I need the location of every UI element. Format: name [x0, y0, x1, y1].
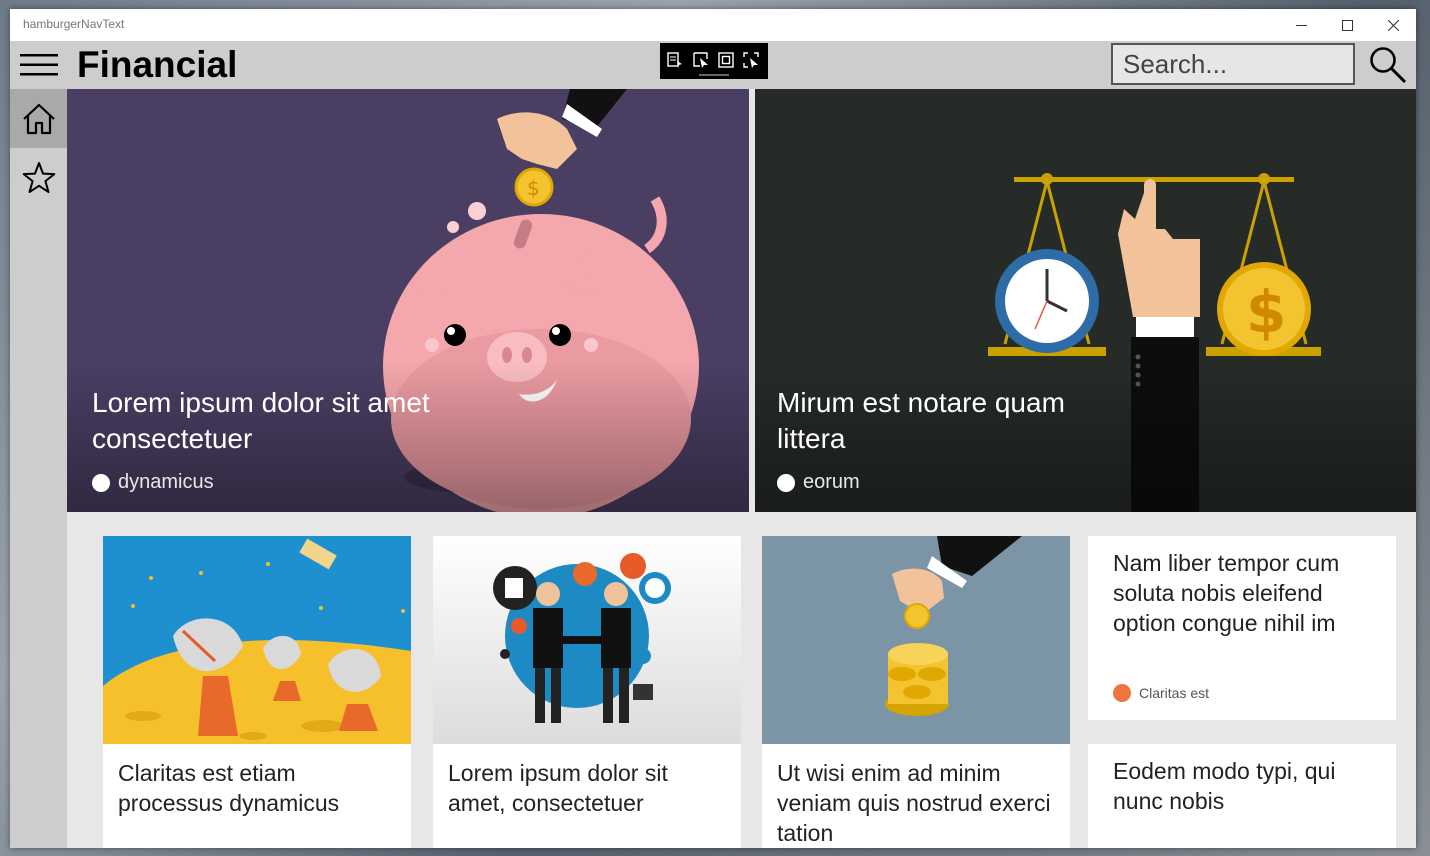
search-button[interactable] [1359, 41, 1416, 89]
close-icon [1387, 19, 1399, 31]
card-title: Lorem ipsum dolor sit amet, consectetuer [448, 760, 668, 816]
business-handshake-image [433, 536, 741, 744]
window-title: hamburgerNavText [23, 17, 125, 31]
main-content: $ Lorem ipsum dolor sit amet consectetue… [67, 89, 1416, 848]
track-focus-icon[interactable] [742, 51, 760, 69]
nav-item-favorites[interactable] [10, 148, 67, 207]
article-card-1[interactable]: Claritas est etiam processus dynamicus [103, 536, 411, 848]
coins-hand-image [762, 536, 1070, 744]
app-header: Financial [10, 41, 1416, 89]
article-card-2[interactable]: Lorem ipsum dolor sit amet, consectetuer [433, 536, 741, 848]
card-title: Ut wisi enim ad minim veniam quis nostru… [777, 760, 1051, 846]
nav-item-home[interactable] [10, 89, 67, 148]
app-window: hamburgerNavText Financial Search... $ L… [10, 9, 1416, 848]
card-tag: Claritas est [1139, 685, 1210, 701]
sidebar [10, 89, 67, 848]
svg-text:$: $ [527, 176, 540, 200]
star-icon [22, 161, 55, 193]
search-icon [1369, 47, 1406, 84]
debug-toolbar [660, 43, 768, 79]
hero-tag: eorum [803, 471, 860, 493]
page-title: Financial [77, 44, 238, 85]
home-icon [22, 103, 55, 134]
maximize-icon [1341, 19, 1353, 31]
minimize-icon [1295, 24, 1307, 26]
hero-meta: eorum [777, 471, 860, 494]
search-box [1111, 43, 1355, 85]
search-input[interactable] [1113, 45, 1353, 83]
hero-title: Lorem ipsum dolor sit amet consectetuer [92, 387, 430, 454]
minimize-button[interactable] [1278, 9, 1324, 41]
title-bar: hamburgerNavText [10, 9, 1416, 41]
hero-title: Mirum est notare quam littera [777, 387, 1065, 454]
select-element-icon[interactable] [692, 51, 710, 69]
tag-dot-icon [777, 473, 795, 492]
maximize-button[interactable] [1324, 9, 1370, 41]
close-button[interactable] [1370, 9, 1416, 41]
hero-card-1[interactable]: $ Lorem ipsum dolor sit amet consectetue… [67, 89, 749, 512]
tag-dot-icon [92, 473, 110, 492]
toolbar-drag-handle[interactable] [699, 74, 729, 76]
card-title: Eodem modo typi, qui nunc nobis [1113, 758, 1336, 814]
live-tree-icon[interactable] [666, 51, 684, 69]
article-card-4[interactable]: Nam liber tempor cum soluta nobis eleife… [1088, 536, 1396, 720]
satellite-dishes-image [103, 536, 411, 744]
layout-adorner-icon[interactable] [717, 51, 735, 69]
svg-text:$: $ [1246, 278, 1286, 346]
hero-card-2[interactable]: $ Mirum est notare quam littera eorum [755, 89, 1416, 512]
tag-dot-icon [1113, 684, 1131, 702]
article-card-3[interactable]: Ut wisi enim ad minim veniam quis nostru… [762, 536, 1070, 848]
hamburger-icon [19, 54, 58, 76]
card-title: Nam liber tempor cum soluta nobis eleife… [1113, 550, 1340, 636]
card-meta: Claritas est [1113, 684, 1209, 702]
hero-meta: dynamicus [92, 471, 214, 494]
card-title: Claritas est etiam processus dynamicus [118, 760, 340, 816]
hamburger-button[interactable] [10, 41, 67, 89]
hero-tag: dynamicus [118, 471, 214, 493]
article-card-5[interactable]: Eodem modo typi, qui nunc nobis [1088, 744, 1396, 848]
